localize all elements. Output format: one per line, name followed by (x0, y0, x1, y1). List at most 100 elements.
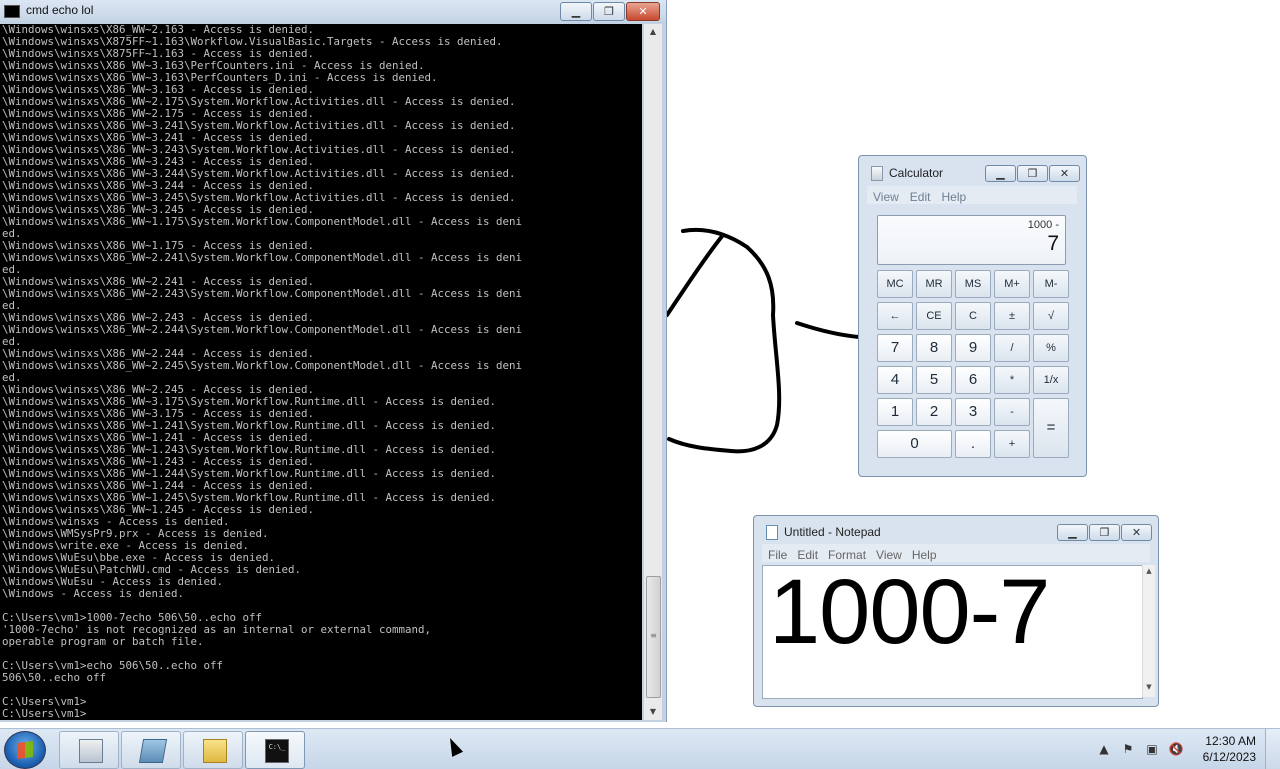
minimize-button[interactable]: ▁ (985, 165, 1016, 182)
clock-time: 12:30 AM (1205, 734, 1256, 748)
notepad-caption-buttons: ▁ ❐ ✕ (1056, 524, 1152, 541)
notepad-text-area[interactable]: 1000-7 (762, 565, 1143, 699)
restore-button[interactable]: ❐ (1017, 165, 1048, 182)
calculator-value: 7 (1047, 232, 1059, 255)
calc-key-plus[interactable]: + (994, 430, 1030, 458)
restore-button[interactable]: ❐ (593, 2, 625, 21)
close-icon: ✕ (638, 5, 648, 18)
calc-key-equals[interactable]: = (1033, 398, 1069, 458)
scroll-up-icon[interactable]: ▲ (1143, 567, 1155, 575)
calc-key-7[interactable]: 7 (877, 334, 913, 362)
taskbar-explorer[interactable] (121, 731, 181, 769)
show-desktop-button[interactable] (1265, 729, 1280, 769)
scroll-down-icon[interactable]: ▼ (644, 704, 662, 720)
menu-help[interactable]: Help (912, 546, 937, 564)
network-icon[interactable]: ▣ (1144, 741, 1160, 757)
minimize-icon: ▁ (571, 5, 581, 18)
calc-key-6[interactable]: 6 (955, 366, 991, 394)
cmd-scrollbar[interactable]: ▲ ≡ ▼ (643, 24, 662, 720)
cmd-titlebar[interactable]: cmd echo lol ▁ ❐ ✕ (0, 0, 666, 22)
calculator-app-icon (871, 166, 883, 181)
drawn-slash (667, 233, 725, 317)
start-button[interactable] (4, 731, 46, 769)
calc-key-m-[interactable]: M- (1033, 270, 1069, 298)
notepad-scrollbar[interactable]: ▲ ▼ (1142, 565, 1155, 697)
calculator-window: Calculator ▁ ❐ ✕ View Edit Help 1000 - 7 M… (858, 155, 1087, 477)
scroll-down-icon[interactable]: ▼ (1143, 683, 1155, 691)
cmd-line: 506\50..echo off (2, 671, 107, 684)
taskbar-calculator[interactable] (59, 731, 119, 769)
menu-edit[interactable]: Edit (910, 188, 931, 206)
cmd-line: \Windows\winsxs\X86_WW~2.245\System.Work… (2, 359, 523, 372)
cmd-line: operable program or batch file. (2, 635, 204, 648)
show-hidden-icons-icon[interactable]: ▲ (1096, 741, 1112, 757)
calc-key-multiply[interactable]: * (994, 366, 1030, 394)
cmd-caption-buttons: ▁ ❐ ✕ (559, 2, 660, 21)
cmd-line: \Windows - Access is denied. (2, 587, 185, 600)
notepad-menubar: File Edit Format View Help (762, 544, 1150, 562)
minimize-icon: ▁ (996, 167, 1005, 180)
taskbar-cmd[interactable]: C:\_ (245, 731, 305, 769)
close-button[interactable]: ✕ (1121, 524, 1152, 541)
calc-key-4[interactable]: 4 (877, 366, 913, 394)
menu-format[interactable]: Format (828, 546, 866, 564)
calc-key-plus-minus[interactable]: ± (994, 302, 1030, 330)
grip-icon: ≡ (650, 631, 657, 640)
calc-key-sqrt[interactable]: √ (1033, 302, 1069, 330)
calc-key-percent[interactable]: % (1033, 334, 1069, 362)
volume-muted-icon[interactable]: 🔇 (1168, 741, 1184, 757)
calc-key-9[interactable]: 9 (955, 334, 991, 362)
cmd-title: cmd echo lol (26, 3, 94, 17)
close-button[interactable]: ✕ (626, 2, 660, 21)
restore-button[interactable]: ❐ (1089, 524, 1120, 541)
cmd-line: \Windows\winsxs\X86_WW~1.175\System.Work… (2, 215, 523, 228)
restore-icon: ❐ (1099, 526, 1110, 539)
calc-key-m+[interactable]: M+ (994, 270, 1030, 298)
minimize-icon: ▁ (1068, 526, 1077, 539)
calc-key-0[interactable]: 0 (877, 430, 952, 458)
menu-view[interactable]: View (873, 188, 899, 206)
drawn-loop (667, 228, 782, 454)
scroll-up-icon[interactable]: ▲ (644, 24, 662, 40)
cmd-scroll-thumb[interactable]: ≡ (646, 576, 661, 698)
windows-logo-icon (17, 740, 33, 760)
menu-edit[interactable]: Edit (797, 546, 818, 564)
close-icon: ✕ (1059, 167, 1070, 180)
calc-key-3[interactable]: 3 (955, 398, 991, 426)
calc-key-2[interactable]: 2 (916, 398, 952, 426)
restore-icon: ❐ (604, 5, 614, 18)
folder-icon (203, 739, 227, 763)
calc-key-decimal[interactable]: . (955, 430, 991, 458)
calc-key-8[interactable]: 8 (916, 334, 952, 362)
calc-key-minus[interactable]: - (994, 398, 1030, 426)
calc-key-divide[interactable]: / (994, 334, 1030, 362)
menu-view[interactable]: View (876, 546, 902, 564)
taskbar-folder[interactable] (183, 731, 243, 769)
action-center-flag-icon[interactable]: ⚑ (1120, 741, 1136, 757)
close-button[interactable]: ✕ (1049, 165, 1080, 182)
minimize-button[interactable]: ▁ (1057, 524, 1088, 541)
calculator-display: 1000 - 7 (877, 215, 1066, 265)
clock[interactable]: 12:30 AM 6/12/2023 (1186, 733, 1256, 765)
calc-key-5[interactable]: 5 (916, 366, 952, 394)
calc-key-mc[interactable]: MC (877, 270, 913, 298)
calc-key-1/x[interactable]: 1/x (1033, 366, 1069, 394)
menu-help[interactable]: Help (941, 188, 966, 206)
calc-key-c[interactable]: C (955, 302, 991, 330)
minimize-button[interactable]: ▁ (560, 2, 592, 21)
calc-key-1[interactable]: 1 (877, 398, 913, 426)
cmd-output: \Windows\winsxs\X86_WW~2.163 - Access is… (0, 24, 642, 720)
calculator-menubar: View Edit Help (867, 186, 1077, 204)
calc-key-ms[interactable]: MS (955, 270, 991, 298)
cmd-icon: C:\_ (265, 739, 289, 763)
cmd-line: \Windows\winsxs\X86_WW~2.244\System.Work… (2, 323, 523, 336)
cmd-window: cmd echo lol ▁ ❐ ✕ \Windows\winsxs\X86_W… (0, 0, 667, 722)
calculator-icon (79, 739, 103, 763)
calc-key-ce[interactable]: CE (916, 302, 952, 330)
cmd-console[interactable]: \Windows\winsxs\X86_WW~2.163 - Access is… (0, 24, 642, 720)
taskbar: C:\_ ▲ ⚑ ▣ 🔇 12:30 AM 6/12/2023 (0, 728, 1280, 769)
calc-key-backspace[interactable]: ← (877, 302, 913, 330)
calc-key-mr[interactable]: MR (916, 270, 952, 298)
calculator-caption-buttons: ▁ ❐ ✕ (984, 165, 1080, 182)
menu-file[interactable]: File (768, 546, 787, 564)
